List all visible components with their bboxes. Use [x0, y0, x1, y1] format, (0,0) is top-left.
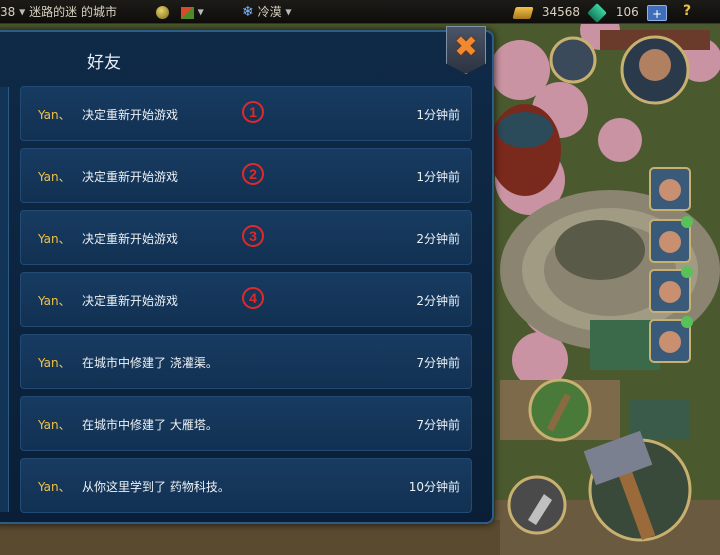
snowflake-icon: ❄ [242, 4, 254, 20]
feed-message: 决定重新开始游戏 [82, 108, 179, 122]
feed-message: 从你这里学到了 药物科技。 [82, 480, 230, 494]
city-name-suffix: 的城市 [80, 5, 117, 19]
feed-time: 2分钟前 [416, 232, 460, 246]
gem-icon [587, 2, 607, 23]
resource-selector[interactable]: ▼ [156, 4, 204, 21]
player-name[interactable]: Yan、 [38, 292, 71, 309]
close-icon: ✖ [454, 29, 478, 63]
feed-time: 10分钟前 [408, 480, 460, 494]
flag-icon [180, 6, 194, 19]
feed-item: Yan、 决定重新开始游戏 3 2分钟前 [20, 210, 472, 265]
player-name[interactable]: Yan、 [38, 478, 71, 495]
feed-time: 1分钟前 [416, 108, 460, 122]
gold-counter: 34568 [512, 4, 581, 20]
feed-message: 在城市中修建了 浇灌渠。 [82, 356, 218, 370]
feed-item: Yan、 决定重新开始游戏 4 2分钟前 [20, 272, 472, 327]
feed-time: 1分钟前 [416, 170, 460, 184]
player-name[interactable]: Yan、 [38, 106, 71, 123]
top-bar: 38 ▼ 迷路的迷 的城市 ▼ ❄ 冷漠 ▼ 34568 106 + ? [0, 0, 720, 24]
weather-label: 冷漠 [257, 5, 282, 19]
feed-message: 决定重新开始游戏 [82, 232, 179, 246]
marker-badge: 4 [242, 287, 264, 309]
chevron-down-icon: ▼ [19, 7, 26, 17]
city-selector[interactable]: 38 ▼ 迷路的迷 的城市 [0, 4, 117, 21]
gem-amount: 106 [615, 5, 639, 19]
feed-item: Yan、 在城市中修建了 浇灌渠。 7分钟前 [20, 334, 472, 389]
feed-time: 2分钟前 [416, 294, 460, 308]
city-number: 38 [0, 5, 16, 19]
feed-message: 决定重新开始游戏 [82, 170, 179, 184]
side-tab-strip [0, 87, 9, 512]
feed-item: Yan、 在城市中修建了 大雁塔。 7分钟前 [20, 396, 472, 451]
chevron-down-icon: ▼ [285, 7, 292, 17]
gold-amount: 34568 [541, 5, 581, 19]
help-icon[interactable]: ? [683, 3, 691, 19]
gold-icon [512, 6, 534, 19]
chevron-down-icon: ▼ [197, 7, 204, 17]
player-name[interactable]: Yan、 [38, 416, 71, 433]
feed-item: Yan、 决定重新开始游戏 1 1分钟前 [20, 86, 472, 141]
player-name[interactable]: Yan、 [38, 230, 71, 247]
city-name: 迷路的迷 [29, 5, 78, 19]
feed-message: 在城市中修建了 大雁塔。 [82, 418, 218, 432]
feed-time: 7分钟前 [416, 418, 460, 432]
marker-badge: 3 [242, 225, 264, 247]
feed-item: Yan、 决定重新开始游戏 2 1分钟前 [20, 148, 472, 203]
feed-message: 决定重新开始游戏 [82, 294, 179, 308]
weather-selector[interactable]: ❄ 冷漠 ▼ [242, 4, 292, 21]
marker-badge: 1 [242, 101, 264, 123]
gem-counter: 106 [587, 2, 639, 23]
feed-time: 7分钟前 [416, 356, 460, 370]
player-name[interactable]: Yan、 [38, 168, 71, 185]
player-name[interactable]: Yan、 [38, 354, 71, 371]
gold-coin-icon [156, 6, 169, 19]
add-gems-button[interactable]: + [647, 5, 667, 21]
marker-badge: 2 [242, 163, 264, 185]
panel-title: 好友 [87, 53, 121, 73]
feed-item: Yan、 从你这里学到了 药物科技。 10分钟前 [20, 458, 472, 513]
